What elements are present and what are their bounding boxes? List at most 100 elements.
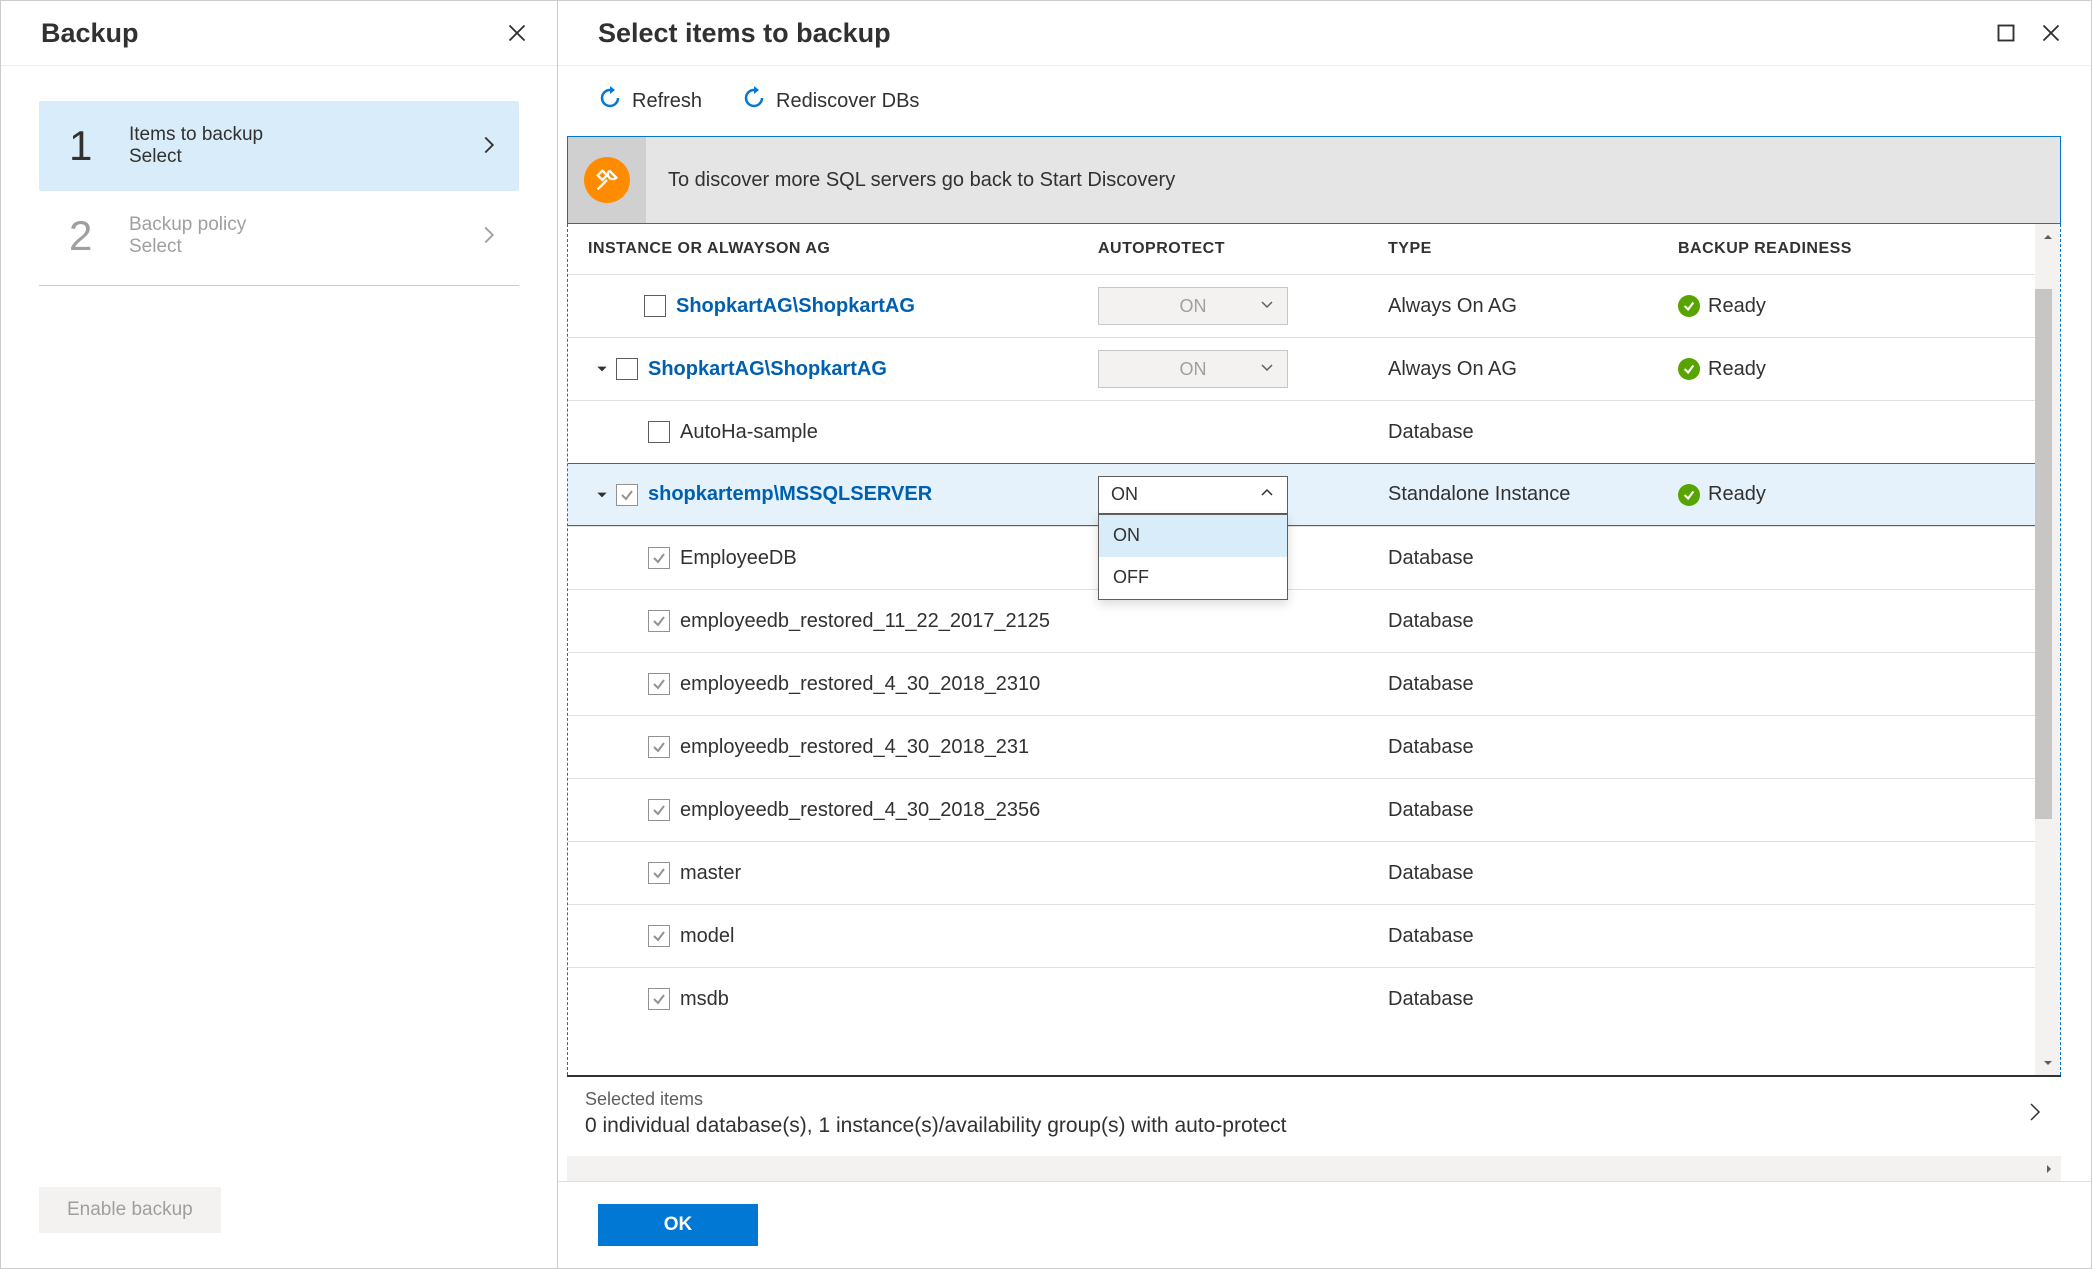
table-row[interactable]: employeedb_restored_4_30_2018_231Databas… <box>568 715 2035 778</box>
table-row[interactable]: employeedb_restored_4_30_2018_2356Databa… <box>568 778 2035 841</box>
step-backup-policy[interactable]: 2 Backup policy Select <box>39 191 519 281</box>
chevron-right-icon[interactable] <box>2027 1100 2043 1127</box>
ready-label: Ready <box>1708 483 1766 506</box>
maximize-icon[interactable] <box>1996 23 2016 43</box>
chevron-down-icon <box>1259 296 1275 317</box>
table-row[interactable]: master Database <box>568 841 2035 904</box>
col-autoprotect: AUTOPROTECT <box>1098 240 1388 258</box>
rediscover-label: Rediscover DBs <box>776 90 919 113</box>
checkbox[interactable] <box>648 547 670 569</box>
table-row[interactable]: employeedb_restored_4_30_2018_2310 Databa… <box>568 652 2035 715</box>
step-sublabel: Select <box>129 146 479 168</box>
toolbar: Refresh Rediscover DBs <box>558 66 2091 136</box>
database-name: employeedb_restored_4_30_2018_2356 <box>680 799 1040 822</box>
instance-link[interactable]: ShopkartAG\ShopkartAG <box>676 295 915 318</box>
cell-readiness: Ready <box>1678 483 2015 506</box>
close-icon[interactable] <box>507 23 527 43</box>
checkbox[interactable] <box>648 925 670 947</box>
database-name: employeedb_restored_11_22_2017_2125 <box>680 610 1050 633</box>
cell-type: Database <box>1388 610 1678 633</box>
checkbox[interactable] <box>648 421 670 443</box>
cell-type: Standalone Instance <box>1388 483 1678 506</box>
cell-instance: employeedb_restored_4_30_2018_231 <box>588 736 1098 759</box>
check-circle-icon <box>1678 358 1700 380</box>
checkbox[interactable] <box>648 799 670 821</box>
cell-type: Database <box>1388 862 1678 885</box>
backup-steps: 1 Items to backup Select 2 Backup policy… <box>1 66 557 321</box>
table-row[interactable]: employeedb_restored_11_22_2017_2125 Datab… <box>568 589 2035 652</box>
checkbox[interactable] <box>616 358 638 380</box>
instance-link[interactable]: shopkartemp\MSSQLSERVER <box>648 483 932 506</box>
close-icon[interactable] <box>2041 23 2061 43</box>
checkbox[interactable] <box>648 610 670 632</box>
cell-instance: employeedb_restored_4_30_2018_2310 <box>588 673 1098 696</box>
col-type: TYPE <box>1388 240 1678 258</box>
horizontal-scrollbar[interactable] <box>567 1156 2061 1181</box>
option-off[interactable]: OFF <box>1099 557 1287 599</box>
cell-instance: employeedb_restored_4_30_2018_2356 <box>588 799 1098 822</box>
scroll-up-icon[interactable] <box>2035 224 2060 249</box>
checkbox[interactable] <box>648 673 670 695</box>
checkbox[interactable] <box>648 736 670 758</box>
autoprotect-value: ON <box>1180 359 1207 380</box>
step-sublabel: Select <box>129 236 479 258</box>
table-row[interactable]: ShopkartAG\ShopkartAGONAlways On AGReady <box>568 337 2035 400</box>
select-items-footer: OK <box>558 1181 2091 1268</box>
checkbox[interactable] <box>648 988 670 1010</box>
ready-label: Ready <box>1708 295 1766 318</box>
database-name: model <box>680 925 734 948</box>
cell-type: Database <box>1388 673 1678 696</box>
select-items-header: Select items to backup <box>558 1 2091 66</box>
cell-readiness: Ready <box>1678 358 2015 381</box>
autoprotect-value: ON <box>1180 296 1207 317</box>
rediscover-button[interactable]: Rediscover DBs <box>742 86 919 116</box>
divider <box>39 285 519 286</box>
instance-link[interactable]: ShopkartAG\ShopkartAG <box>648 358 887 381</box>
checkbox[interactable] <box>644 295 666 317</box>
cell-instance: model <box>588 925 1098 948</box>
selected-items-summary[interactable]: Selected items 0 individual database(s),… <box>567 1075 2061 1156</box>
col-instance: INSTANCE OR ALWAYSON AG <box>588 240 1098 258</box>
database-name: employeedb_restored_4_30_2018_231 <box>680 736 1029 759</box>
cell-readiness: Ready <box>1678 295 2015 318</box>
chevron-right-icon <box>479 135 499 158</box>
scroll-down-icon[interactable] <box>2035 1050 2060 1075</box>
table-row[interactable]: EmployeeDB Database <box>568 526 2035 589</box>
database-name: msdb <box>680 988 729 1011</box>
checkbox[interactable] <box>648 862 670 884</box>
autoprotect-select: ON <box>1098 350 1288 388</box>
expander-icon[interactable] <box>588 362 616 376</box>
table-row[interactable]: ShopkartAG\ShopkartAGONAlways On AGReady <box>568 274 2035 337</box>
option-on[interactable]: ON <box>1099 515 1287 557</box>
cell-instance: AutoHa-sample <box>588 421 1098 444</box>
scrollbar-track[interactable] <box>2035 249 2060 1050</box>
table-row[interactable]: shopkartemp\MSSQLSERVERONONOFFStandalone… <box>568 463 2035 526</box>
table-row[interactable]: msdb Database <box>568 967 2035 1030</box>
check-circle-icon <box>1678 295 1700 317</box>
refresh-icon <box>742 86 766 116</box>
database-name: EmployeeDB <box>680 547 797 570</box>
database-name: master <box>680 862 741 885</box>
summary-header: Selected items <box>585 1089 2027 1110</box>
step-items-to-backup[interactable]: 1 Items to backup Select <box>39 101 519 191</box>
vertical-scrollbar[interactable] <box>2035 224 2060 1075</box>
cell-type: Database <box>1388 988 1678 1011</box>
cell-instance: shopkartemp\MSSQLSERVER <box>588 483 1098 506</box>
autoprotect-select: ON <box>1098 287 1288 325</box>
autoprotect-select[interactable]: ON <box>1098 476 1288 514</box>
refresh-button[interactable]: Refresh <box>598 86 702 116</box>
ok-button[interactable]: OK <box>598 1204 758 1246</box>
scrollbar-thumb[interactable] <box>2035 289 2052 819</box>
scroll-right-icon[interactable] <box>2036 1156 2061 1181</box>
expander-icon[interactable] <box>588 488 616 502</box>
cell-type: Database <box>1388 421 1678 444</box>
backup-blade: Backup 1 Items to backup Select 2 Backup… <box>1 1 558 1268</box>
table-row[interactable]: modelDatabase <box>568 904 2035 967</box>
table-row[interactable]: AutoHa-sample Database <box>568 400 2035 463</box>
checkbox[interactable] <box>616 484 638 506</box>
col-readiness: BACKUP READINESS <box>1678 240 2015 258</box>
autoprotect-value: ON <box>1111 484 1259 505</box>
step-number: 1 <box>69 122 129 170</box>
cell-type: Database <box>1388 547 1678 570</box>
refresh-icon <box>598 86 622 116</box>
